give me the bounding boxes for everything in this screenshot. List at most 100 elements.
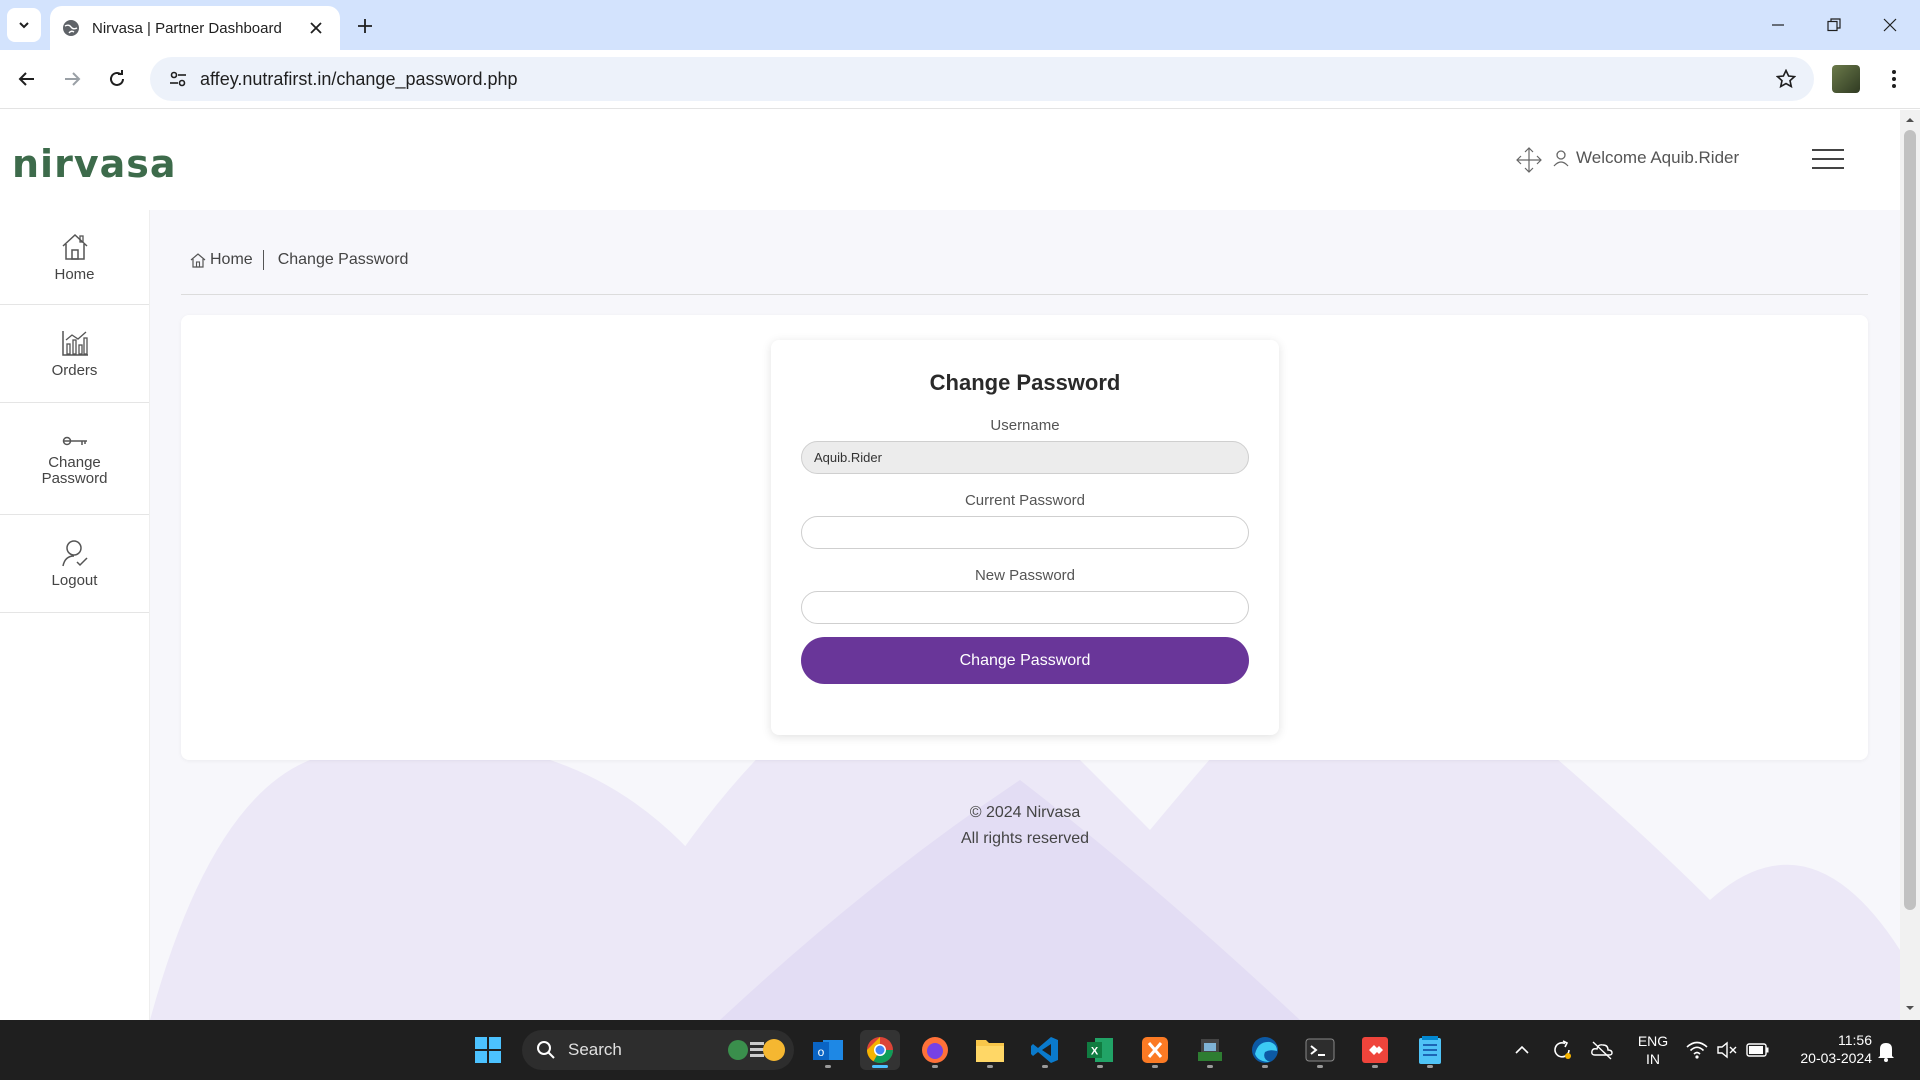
show-hidden-icons-icon[interactable] [1514,1042,1530,1058]
taskbar-terminal[interactable] [1300,1030,1340,1070]
user-icon [1553,150,1569,167]
taskbar-edge[interactable] [1245,1030,1285,1070]
forward-button[interactable] [56,63,88,95]
breadcrumb-home-label: Home [210,251,253,268]
sync-icon[interactable] [1550,1038,1574,1062]
battery-icon[interactable] [1746,1041,1770,1059]
clock-time: 11:56 [1838,1032,1872,1048]
sidebar-item-change-password[interactable]: Change Password [0,403,149,515]
current-password-label: Current Password [964,492,1086,509]
excel-icon: X [1087,1038,1113,1062]
taskbar-excel[interactable]: X [1080,1030,1120,1070]
close-icon [1883,18,1897,32]
taskbar-search[interactable]: Search [522,1030,794,1070]
nirvasa-logo[interactable]: nirvasa [12,142,177,186]
welcome-text: Welcome Aquib.Rider [1576,148,1740,167]
fullscreen-icon[interactable] [1515,146,1543,174]
taskbar-indicator [1207,1065,1213,1068]
page-scrollbar[interactable] [1900,110,1920,1020]
scroll-up-arrow-icon[interactable] [1905,115,1915,125]
browser-tab-active[interactable]: Nirvasa | Partner Dashboard [50,6,340,50]
svg-text:X: X [1091,1046,1099,1058]
notepad-icon [1419,1036,1441,1064]
restore-button[interactable] [1806,0,1862,50]
folder-icon [976,1040,1004,1062]
start-button[interactable] [468,1030,508,1070]
more-vertical-icon [1892,70,1896,88]
change-password-button[interactable]: Change Password [801,637,1249,684]
taskbar-xampp[interactable] [1135,1030,1175,1070]
sidebar-item-home[interactable]: Home [0,210,149,305]
taskbar-vscode[interactable] [1025,1030,1065,1070]
url-text[interactable]: affey.nutrafirst.in/change_password.php [200,69,1768,90]
sidebar-item-orders[interactable]: Orders [0,305,149,403]
sidebar-item-logout[interactable]: Logout [0,515,149,613]
taskbar-file-explorer[interactable] [970,1030,1010,1070]
package-icon [1198,1039,1222,1061]
tab-search-button[interactable] [7,8,41,42]
terminal-icon [1305,1038,1335,1062]
minimize-button[interactable] [1750,0,1806,50]
sidebar-item-label: Change Password [41,453,108,487]
taskbar-indicator [1427,1065,1433,1068]
username-label: Username [990,417,1060,434]
new-password-label: New Password [974,567,1076,584]
clock[interactable]: 11:56 20-03-2024 [1782,1031,1872,1067]
wifi-icon[interactable] [1686,1040,1708,1060]
search-placeholder: Search [568,1040,622,1059]
sidebar-item-label: Logout [51,572,98,589]
address-bar[interactable]: affey.nutrafirst.in/change_password.php [150,57,1814,101]
site-info-button[interactable] [164,65,192,93]
browser-toolbar: affey.nutrafirst.in/change_password.php [0,50,1920,109]
welcome-user[interactable]: Welcome Aquib.Rider [1552,148,1739,168]
taskbar-outlook[interactable]: o [808,1030,848,1070]
taskbar-indicator [987,1065,993,1068]
taskbar-anydesk[interactable] [1355,1030,1395,1070]
tab-title: Nirvasa | Partner Dashboard [92,19,282,37]
input-language[interactable]: ENG IN [1630,1032,1676,1068]
current-password-field[interactable] [801,516,1249,549]
content-card: Change Password Username Aquib.Rider Cur… [181,315,1868,760]
chevron-down-icon [19,22,29,29]
taskbar-chrome[interactable] [860,1030,900,1070]
taskbar-indicator [1262,1065,1268,1068]
hamburger-menu-button[interactable] [1812,146,1844,172]
browser-menu-button[interactable] [1878,63,1910,95]
scroll-down-arrow-icon[interactable] [1905,1003,1915,1013]
new-password-field[interactable] [801,591,1249,624]
hamburger-line [1812,149,1844,151]
scrollbar-thumb[interactable] [1904,130,1916,910]
footer: © 2024 Nirvasa All rights reserved [150,800,1900,852]
sidebar-item-label: Orders [51,362,98,379]
taskbar-firefox[interactable] [915,1030,955,1070]
taskbar-indicator-active [872,1065,888,1068]
search-icon [537,1041,555,1059]
taskbar-app-dev[interactable] [1190,1030,1230,1070]
breadcrumb-separator [262,250,264,270]
browser-tab-bar: Nirvasa | Partner Dashboard [0,0,1920,50]
onedrive-offline-icon[interactable] [1590,1039,1614,1061]
search-highlight-icon [728,1039,785,1061]
taskbar-indicator [1097,1065,1103,1068]
page-viewport: nirvasa Welcome Aquib.Rider Home Orders … [0,110,1900,1020]
tab-close-button[interactable] [304,16,328,40]
bookmark-button[interactable] [1768,61,1804,97]
main-content: Home Change Password Change Password Use… [150,210,1900,1020]
home-icon [61,233,88,260]
back-button[interactable] [11,63,43,95]
username-field[interactable]: Aquib.Rider [801,441,1249,474]
volume-muted-icon[interactable] [1716,1040,1738,1060]
taskbar-indicator [1042,1065,1048,1068]
reload-button[interactable] [101,63,133,95]
breadcrumb-home-link[interactable]: Home [190,251,253,269]
footer-copyright: © 2024 Nirvasa [969,804,1081,821]
breadcrumb-current: Change Password [277,251,409,268]
sidebar: Home Orders Change Password Logout [0,210,150,1020]
taskbar-notepad[interactable] [1410,1030,1450,1070]
change-password-form: Change Password Username Aquib.Rider Cur… [771,340,1279,735]
notification-bell-icon[interactable] [1876,1040,1896,1062]
window-close-button[interactable] [1862,0,1918,50]
profile-avatar[interactable] [1832,65,1860,93]
new-tab-button[interactable] [350,11,380,41]
arrow-left-icon [18,72,34,86]
